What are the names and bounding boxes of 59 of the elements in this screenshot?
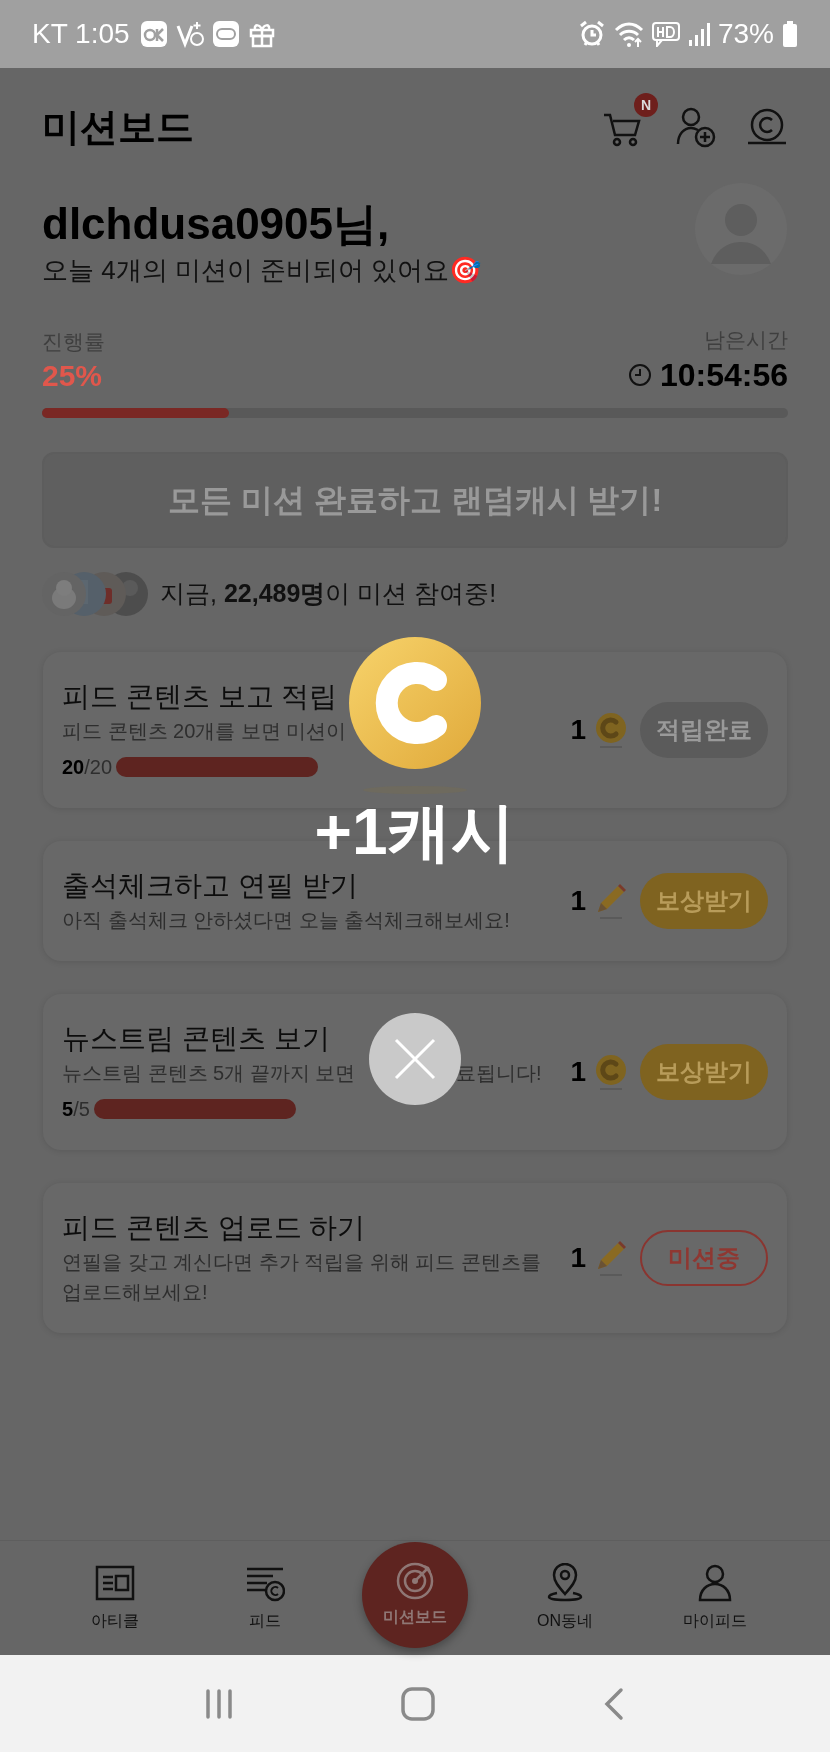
add-friend-icon[interactable] [676, 106, 716, 148]
nav-label: 마이피드 [683, 1611, 747, 1631]
all-missions-button[interactable]: 모든 미션 완료하고 랜덤캐시 받기! [42, 451, 788, 548]
home-icon[interactable] [401, 1686, 435, 1721]
mission-description: 아직 출석체크 안하셨다면 오늘 출석체크해보세요! [62, 907, 511, 933]
page-title: 미션보드 [42, 104, 194, 150]
mission-description: 뉴스트림 콘텐츠 5개 끝까지 보면 [62, 1060, 357, 1086]
mission-progress-count: 5/5 [62, 1096, 90, 1122]
signal-icon [687, 21, 710, 47]
nav-tab[interactable]: 피드 [245, 1563, 285, 1633]
mission-description: 피드 콘텐츠 20개를 보면 미션이 [62, 718, 348, 744]
mission-count-text: 오늘 4개의 미션이 준비되어 있어요🎯 [42, 254, 483, 287]
nav-tab[interactable]: 마이피드 [683, 1563, 747, 1633]
nav-tab[interactable]: 미션보드 [362, 1542, 468, 1648]
location-pin-icon [545, 1563, 585, 1603]
greeting-text: dlchdusa0905님, [42, 198, 391, 250]
cart-button[interactable]: N [602, 93, 658, 149]
clock-text: KT 1:05 [32, 17, 130, 51]
nav-label: 미션보드 [383, 1607, 447, 1627]
mission-title: 뉴스트림 콘텐츠 보기 [62, 1021, 331, 1056]
battery-icon [782, 20, 798, 48]
app-notification-icon [139, 20, 168, 48]
hd-icon [651, 21, 680, 47]
reward-amount: 1 [570, 883, 586, 918]
nav-tab[interactable]: 아티클 [91, 1563, 139, 1633]
app-notification-icon [211, 20, 240, 48]
target-icon [395, 1561, 435, 1601]
countdown-timer: 10:54:56 [659, 355, 788, 394]
coin-icon [594, 710, 628, 749]
reward-amount: 1 [570, 1054, 586, 1089]
mission-status-button[interactable]: 보상받기 [640, 1043, 768, 1100]
mission-description: 료됩니다! [456, 1060, 542, 1086]
mission-status-button[interactable]: 보상받기 [640, 872, 768, 929]
wifi-icon [613, 20, 644, 48]
battery-percent: 73% [717, 17, 774, 51]
nav-label: 피드 [249, 1611, 281, 1631]
nav-tab[interactable]: ON동네 [537, 1563, 593, 1633]
newspaper-icon [95, 1563, 135, 1603]
coin-icon [594, 1052, 628, 1091]
recent-apps-icon[interactable] [203, 1688, 234, 1719]
new-badge: N [634, 93, 658, 117]
mission-title: 피드 콘텐츠 보고 적립 [62, 679, 339, 714]
mission-progress-count: 20/20 [62, 754, 113, 780]
alarm-icon [577, 20, 606, 48]
app-notification-icon [175, 20, 204, 48]
reward-popup-text: +1캐시 [313, 800, 517, 864]
progress-percent: 25% [42, 357, 104, 394]
mission-description: 연필을 갖고 계신다면 추가 적립을 위해 피드 콘텐츠를 업로드해보세요! [62, 1249, 542, 1305]
cash-icon[interactable] [746, 107, 788, 147]
mission-title: 출석체크하고 연필 받기 [62, 868, 359, 903]
clock-icon [627, 362, 652, 387]
reward-amount: 1 [570, 1240, 586, 1275]
mission-title: 피드 콘텐츠 업로드 하기 [62, 1210, 367, 1245]
nav-label: 아티클 [91, 1611, 139, 1631]
reward-amount: 1 [570, 712, 586, 747]
mission-status-button[interactable]: 적립완료 [640, 701, 768, 758]
close-icon [393, 1037, 437, 1081]
participants-text: 지금, 22,489명이 미션 참여중! [160, 577, 497, 609]
nav-label: ON동네 [537, 1611, 593, 1631]
